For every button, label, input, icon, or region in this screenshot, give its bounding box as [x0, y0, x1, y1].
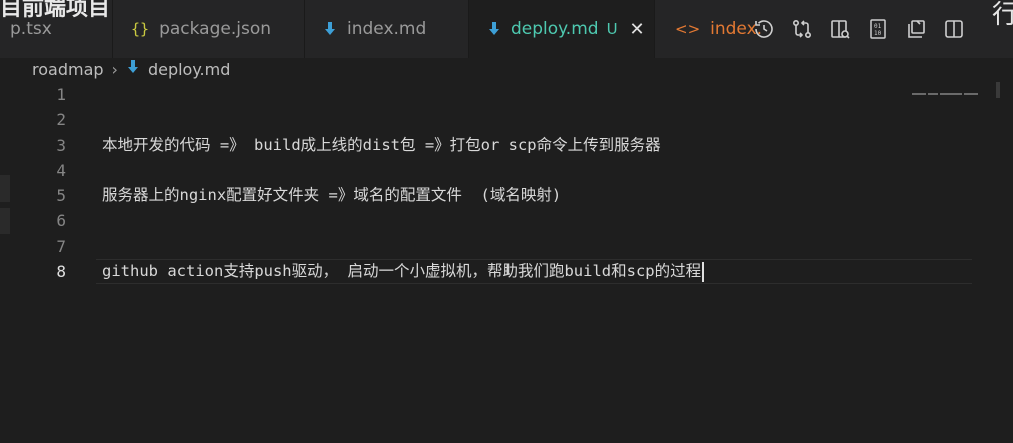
compare-changes-icon[interactable]	[790, 17, 814, 41]
svg-text:10: 10	[874, 30, 882, 37]
json-braces-icon: {}	[131, 20, 150, 38]
breadcrumb: roadmap › deploy.md	[32, 58, 230, 80]
line-text[interactable]: 本地开发的代码 =》 build成上线的dist包 =》打包or scp命令上传…	[102, 133, 661, 158]
tab-p-tsx[interactable]: p.tsx	[0, 0, 113, 58]
editor-line: 3 本地开发的代码 =》 build成上线的dist包 =》打包or scp命令…	[0, 133, 1013, 158]
breadcrumb-folder[interactable]: roadmap	[32, 60, 104, 79]
line-number: 5	[56, 186, 66, 205]
tab-bar: 目前端项目 p.tsx {} package.json index.md dep…	[0, 0, 1013, 58]
breadcrumb-file[interactable]: deploy.md	[148, 60, 230, 79]
editor-line: 5 服务器上的nginx配置好文件夹 =》域名的配置文件 (域名映射)	[0, 183, 1013, 208]
tab-label: deploy.md	[511, 19, 599, 39]
timeline-history-icon[interactable]	[752, 17, 776, 41]
editor-line: 4	[0, 158, 1013, 183]
line-text-content: github action支持push驱动， 启动一个小虚拟机，帮助我们跑bui…	[102, 262, 702, 280]
line-number: 8	[56, 262, 66, 281]
tab-deploy-md[interactable]: deploy.md U ✕	[469, 0, 655, 58]
tab-package-json[interactable]: {} package.json	[113, 0, 305, 58]
split-editor-icon[interactable]	[942, 17, 966, 41]
markdown-icon	[126, 59, 140, 79]
editor-line: 7	[0, 234, 1013, 259]
line-number: 4	[56, 161, 66, 180]
html-icon: <>	[675, 20, 701, 38]
chevron-right-icon: ›	[111, 59, 118, 79]
tab-label: index.md	[347, 19, 427, 39]
editor-actions: 01 10	[752, 0, 966, 58]
markdown-icon	[487, 21, 501, 37]
line-number: 1	[56, 85, 66, 104]
binary-file-icon[interactable]: 01 10	[866, 17, 890, 41]
line-number: 7	[56, 237, 66, 256]
editor-line-current: 8 github action支持push驱动， 启动一个小虚拟机，帮助我们跑b…	[0, 259, 1013, 284]
line-text[interactable]: github action支持push驱动， 启动一个小虚拟机，帮助我们跑bui…	[102, 259, 705, 284]
open-to-side-icon[interactable]	[904, 17, 928, 41]
line-number: 3	[56, 136, 66, 155]
mouse-ibeam-cursor-icon: I	[505, 260, 510, 279]
line-number: 2	[56, 110, 66, 129]
svg-text:01: 01	[874, 23, 882, 30]
tab-label: p.tsx	[10, 19, 52, 39]
editor-line: 2	[0, 107, 1013, 132]
editor-line: 6	[0, 208, 1013, 233]
line-text[interactable]: 服务器上的nginx配置好文件夹 =》域名的配置文件 (域名映射)	[102, 183, 561, 208]
untracked-status-badge: U	[606, 20, 618, 38]
line-number: 6	[56, 211, 66, 230]
tab-index-html[interactable]: <> index.	[655, 0, 762, 58]
code-editor[interactable]: 1 2 3 本地开发的代码 =》 build成上线的dist包 =》打包or s…	[0, 82, 1013, 443]
tab-label: package.json	[159, 19, 271, 39]
markdown-icon	[323, 21, 337, 37]
open-preview-icon[interactable]	[828, 17, 852, 41]
close-icon[interactable]: ✕	[630, 19, 645, 40]
editor-window: 目前端项目 p.tsx {} package.json index.md dep…	[0, 0, 1013, 443]
editor-line: 1	[0, 82, 1013, 107]
tab-index-md[interactable]: index.md	[305, 0, 469, 58]
overlay-caption-fragment: 行	[992, 0, 1013, 30]
text-cursor	[702, 261, 705, 282]
